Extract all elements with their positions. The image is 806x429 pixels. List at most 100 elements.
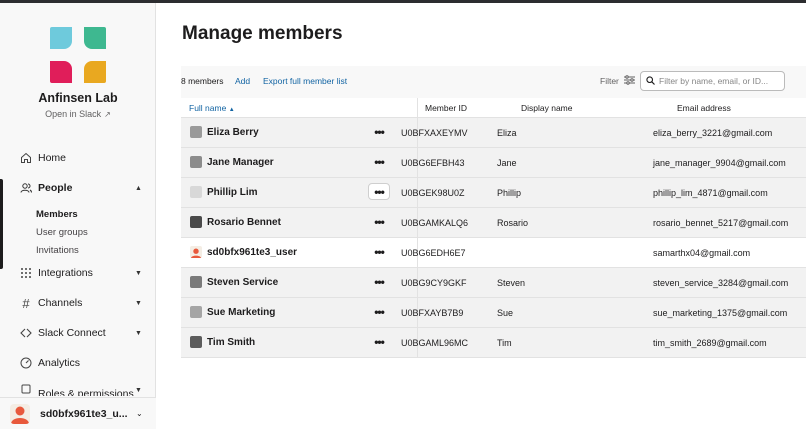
table-row[interactable]: sd0bfx961te3_user ••• U0BG6EDH6E7 samart… [181,238,806,268]
member-email: tim_smith_2689@gmail.com [653,338,767,348]
member-name: Phillip Lim [207,187,258,198]
table-row[interactable]: Jane Manager ••• U0BG6EFBH43 Jane jane_m… [181,148,806,178]
more-actions-button[interactable]: ••• [368,123,390,140]
sidebar-item-analytics[interactable]: Analytics [0,352,156,374]
sidebar-item-label: Roles & permissions [38,388,134,396]
column-header-member-id[interactable]: Member ID [425,103,467,113]
filter-button[interactable]: Filter [600,76,619,86]
sidebar-item-channels[interactable]: # Channels ▼ [0,292,156,314]
sidebar-subitem-user-groups[interactable]: User groups [36,227,88,238]
sidebar-item-label: Channels [38,297,83,309]
chevron-down-icon: ⌄ [136,409,143,418]
people-icon [19,181,33,195]
table-row[interactable]: Rosario Bennet ••• U0BGAMKALQ6 Rosario r… [181,208,806,238]
member-email: sue_marketing_1375@gmail.com [653,308,788,318]
chevron-down-icon: ▼ [135,329,142,337]
sidebar-subitem-members[interactable]: Members [36,209,78,220]
page-title: Manage members [182,23,343,44]
external-link-icon: ↗ [104,110,111,119]
member-id: U0BFXAYB7B9 [401,308,464,318]
member-name: Eliza Berry [207,127,259,138]
column-label: Full name [189,103,227,113]
search-icon [646,75,655,87]
column-header-display-name[interactable]: Display name [521,103,573,113]
chevron-down-icon: ▼ [135,299,142,307]
member-name: sd0bfx961te3_user [207,247,298,258]
more-actions-button[interactable]: ••• [368,273,390,290]
hash-icon: # [22,295,30,311]
more-actions-button[interactable]: ••• [368,153,390,170]
slack-connect-icon [19,326,33,340]
member-name: Tim Smith [207,337,256,348]
member-avatar [190,126,202,138]
sidebar-item-label: People [38,182,73,194]
filter-sliders-icon[interactable] [624,75,635,88]
sidebar-item-home[interactable]: Home [0,147,156,169]
table-row[interactable]: Tim Smith ••• U0BGAML96MC Tim tim_smith_… [181,328,806,358]
export-member-list-link[interactable]: Export full member list [263,76,347,86]
chevron-down-icon: ▼ [135,387,142,394]
current-user-menu[interactable]: sd0bfx961te3_u... ⌄ [0,397,156,429]
sidebar-item-label: Analytics [38,357,81,369]
member-display-name: Steven [497,278,526,288]
member-name: Sue Marketing [207,307,276,318]
table-row[interactable]: Phillip Lim ••• U0BGEK98U0Z Phillip phil… [181,178,806,208]
table-row[interactable]: Sue Marketing ••• U0BFXAYB7B9 Sue sue_ma… [181,298,806,328]
more-actions-button[interactable]: ••• [368,303,390,320]
member-id: U0BG6EDH6E7 [401,248,466,258]
workspace-name: Anfinsen Lab [38,91,118,105]
member-avatar [190,156,202,168]
member-email: samarthx04@gmail.com [653,248,751,258]
roles-icon [19,382,33,396]
member-email: steven_service_3284@gmail.com [653,278,789,288]
member-id: U0BFXAXEYMV [401,128,468,138]
member-display-name: Tim [497,338,512,348]
sidebar-item-label: Integrations [38,267,93,279]
more-actions-button[interactable]: ••• [368,333,390,350]
sidebar-item-roles[interactable]: Roles & permissions ▼ [0,382,156,396]
member-avatar [190,216,202,228]
member-name: Steven Service [207,277,279,288]
member-display-name: Eliza [497,128,517,138]
member-avatar [190,246,202,258]
member-avatar [190,336,202,348]
workspace-logo [50,27,106,83]
member-search[interactable] [640,71,785,91]
table-row[interactable]: Steven Service ••• U0BG9CY9GKF Steven st… [181,268,806,298]
member-id: U0BGAML96MC [401,338,469,348]
sidebar-item-slack-connect[interactable]: Slack Connect ▼ [0,322,156,344]
open-in-slack-label: Open in Slack [45,109,102,119]
current-user-name: sd0bfx961te3_u... [40,407,128,420]
table-row[interactable]: Eliza Berry ••• U0BFXAXEYMV Eliza eliza_… [181,118,806,148]
member-email: rosario_bennet_5217@gmail.com [653,218,789,228]
open-in-slack-link[interactable]: Open in Slack ↗ [0,109,156,119]
member-display-name: Jane [497,158,517,168]
user-avatar [10,403,30,424]
sidebar-item-label: Home [38,152,67,164]
more-actions-button[interactable]: ••• [368,183,390,200]
member-name: Jane Manager [207,157,274,168]
more-actions-button[interactable]: ••• [368,213,390,230]
member-avatar [190,306,202,318]
home-icon [19,151,33,165]
chevron-up-icon: ▲ [135,184,142,192]
sidebar-subitem-invitations[interactable]: Invitations [36,245,79,256]
sidebar-item-integrations[interactable]: Integrations ▼ [0,262,156,284]
member-email: jane_manager_9904@gmail.com [653,158,786,168]
member-display-name: Rosario [497,218,529,228]
sidebar-item-label: Slack Connect [38,327,106,339]
column-header-email[interactable]: Email address [677,103,731,113]
member-display-name: Phillip [497,188,522,198]
column-divider [417,98,418,118]
sort-ascending-icon: ▲ [228,107,235,113]
chevron-down-icon: ▼ [135,269,142,277]
member-id: U0BG6EFBH43 [401,158,465,168]
sidebar-item-people[interactable]: People ▲ [0,177,156,199]
search-input[interactable] [659,76,779,86]
sidebar: Anfinsen Lab Open in Slack ↗ Home People … [0,3,156,429]
more-actions-button[interactable]: ••• [368,243,390,260]
member-id: U0BG9CY9GKF [401,278,467,288]
column-header-full-name[interactable]: Full name ▲ [189,103,235,113]
add-member-link[interactable]: Add [235,76,250,86]
member-count: 8 members [181,76,224,86]
